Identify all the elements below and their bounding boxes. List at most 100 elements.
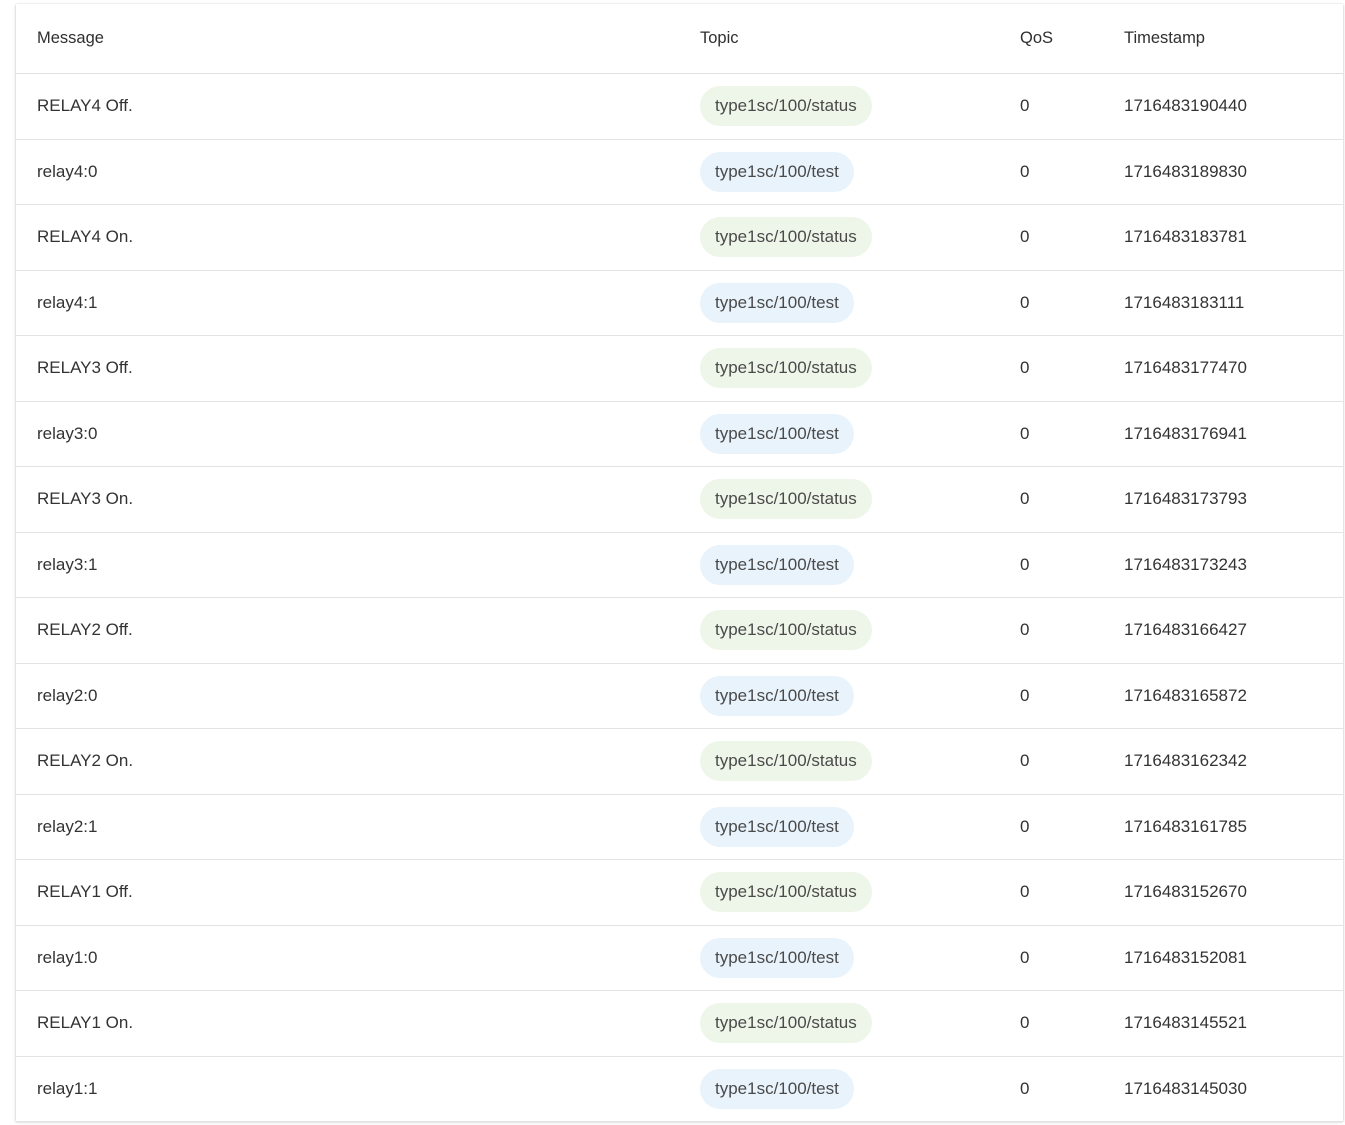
table-row[interactable]: relay3:1 type1sc/100/test 0 1716483173243 — [16, 533, 1343, 598]
topic-cell: type1sc/100/test — [700, 795, 854, 860]
table-row[interactable]: relay2:0 type1sc/100/test 0 1716483165872 — [16, 664, 1343, 729]
topic-cell: type1sc/100/status — [700, 467, 872, 532]
topic-cell: type1sc/100/test — [700, 271, 854, 336]
qos-cell: 0 — [1020, 751, 1030, 771]
message-cell: relay1:1 — [37, 1078, 98, 1098]
topic-chip[interactable]: type1sc/100/status — [700, 872, 872, 913]
qos-cell: 0 — [1020, 554, 1030, 574]
message-cell: relay2:0 — [37, 685, 98, 705]
table-row[interactable]: RELAY1 Off. type1sc/100/status 0 1716483152… — [16, 860, 1343, 926]
table-row[interactable]: relay3:0 type1sc/100/test 0 1716483176941 — [16, 402, 1343, 467]
message-cell: relay2:1 — [37, 816, 98, 836]
topic-cell: type1sc/100/status — [700, 336, 872, 401]
message-cell: RELAY2 On. — [37, 751, 134, 771]
table-body: RELAY4 Off. type1sc/100/status 0 1716483190… — [16, 74, 1343, 1122]
table-row[interactable]: relay4:1 type1sc/100/test 0 1716483183111 — [16, 271, 1343, 336]
topic-chip[interactable]: type1sc/100/status — [700, 610, 872, 651]
qos-cell: 0 — [1020, 882, 1030, 902]
timestamp-cell: 1716483173793 — [1124, 489, 1247, 509]
timestamp-cell: 1716483176941 — [1124, 423, 1247, 443]
qos-cell: 0 — [1020, 423, 1030, 443]
timestamp-cell: 1716483145030 — [1124, 1078, 1247, 1098]
topic-cell: type1sc/100/status — [700, 729, 872, 794]
timestamp-cell: 1716483145521 — [1124, 1013, 1247, 1033]
message-cell: RELAY2 Off. — [37, 620, 133, 640]
timestamp-cell: 1716483190440 — [1124, 96, 1247, 116]
column-header-qos[interactable]: QoS — [1020, 4, 1053, 73]
message-cell: RELAY3 Off. — [37, 358, 133, 378]
timestamp-cell: 1716483162342 — [1124, 751, 1247, 771]
timestamp-cell: 1716483177470 — [1124, 358, 1247, 378]
topic-chip[interactable]: type1sc/100/test — [700, 1068, 854, 1109]
topic-chip[interactable]: type1sc/100/test — [700, 806, 854, 847]
topic-cell: type1sc/100/test — [700, 664, 854, 729]
table-row[interactable]: relay4:0 type1sc/100/test 0 1716483189830 — [16, 140, 1343, 205]
table-row[interactable]: RELAY2 On. type1sc/100/status 0 17164831623… — [16, 729, 1343, 795]
timestamp-cell: 1716483189830 — [1124, 161, 1247, 181]
table-row[interactable]: relay1:0 type1sc/100/test 0 1716483152081 — [16, 926, 1343, 991]
topic-cell: type1sc/100/test — [700, 533, 854, 598]
qos-cell: 0 — [1020, 1013, 1030, 1033]
table-row[interactable]: RELAY4 On. type1sc/100/status 0 17164831837… — [16, 205, 1343, 271]
column-header-timestamp[interactable]: Timestamp — [1124, 4, 1205, 73]
table-row[interactable]: relay1:1 type1sc/100/test 0 1716483145030 — [16, 1057, 1343, 1122]
message-cell: relay4:1 — [37, 292, 98, 312]
qos-cell: 0 — [1020, 358, 1030, 378]
topic-cell: type1sc/100/status — [700, 598, 872, 663]
qos-cell: 0 — [1020, 620, 1030, 640]
topic-cell: type1sc/100/status — [700, 205, 872, 270]
message-cell: RELAY3 On. — [37, 489, 134, 509]
table-header: Message Topic QoS Timestamp — [16, 4, 1343, 74]
column-header-topic[interactable]: Topic — [700, 4, 739, 73]
qos-cell: 0 — [1020, 816, 1030, 836]
timestamp-cell: 1716483152670 — [1124, 882, 1247, 902]
qos-cell: 0 — [1020, 161, 1030, 181]
timestamp-cell: 1716483183781 — [1124, 227, 1247, 247]
table-row[interactable]: RELAY1 On. type1sc/100/status 0 17164831455… — [16, 991, 1343, 1057]
timestamp-cell: 1716483152081 — [1124, 947, 1247, 967]
table-row[interactable]: RELAY4 Off. type1sc/100/status 0 1716483190… — [16, 74, 1343, 140]
qos-cell: 0 — [1020, 1078, 1030, 1098]
qos-cell: 0 — [1020, 227, 1030, 247]
topic-chip[interactable]: type1sc/100/test — [700, 151, 854, 192]
timestamp-cell: 1716483173243 — [1124, 554, 1247, 574]
message-cell: RELAY1 Off. — [37, 882, 133, 902]
topic-chip[interactable]: type1sc/100/test — [700, 544, 854, 585]
message-cell: relay1:0 — [37, 947, 98, 967]
table-row[interactable]: RELAY3 Off. type1sc/100/status 0 1716483177… — [16, 336, 1343, 402]
timestamp-cell: 1716483166427 — [1124, 620, 1247, 640]
message-cell: relay3:1 — [37, 554, 98, 574]
topic-chip[interactable]: type1sc/100/status — [700, 217, 872, 258]
qos-cell: 0 — [1020, 947, 1030, 967]
topic-cell: type1sc/100/test — [700, 1057, 854, 1122]
timestamp-cell: 1716483165872 — [1124, 685, 1247, 705]
topic-chip[interactable]: type1sc/100/status — [700, 86, 872, 127]
topic-chip[interactable]: type1sc/100/status — [700, 1003, 872, 1044]
topic-cell: type1sc/100/status — [700, 991, 872, 1056]
topic-cell: type1sc/100/status — [700, 860, 872, 925]
qos-cell: 0 — [1020, 292, 1030, 312]
message-cell: RELAY4 On. — [37, 227, 134, 247]
column-header-message[interactable]: Message — [37, 4, 104, 73]
table-row[interactable]: RELAY3 On. type1sc/100/status 0 17164831737… — [16, 467, 1343, 533]
topic-chip[interactable]: type1sc/100/test — [700, 413, 854, 454]
topic-chip[interactable]: type1sc/100/test — [700, 282, 854, 323]
topic-chip[interactable]: type1sc/100/test — [700, 675, 854, 716]
message-cell: relay4:0 — [37, 161, 98, 181]
qos-cell: 0 — [1020, 685, 1030, 705]
timestamp-cell: 1716483183111 — [1124, 292, 1245, 312]
topic-cell: type1sc/100/test — [700, 402, 854, 467]
topic-cell: type1sc/100/test — [700, 926, 854, 991]
topic-cell: type1sc/100/status — [700, 74, 872, 139]
topic-chip[interactable]: type1sc/100/status — [700, 479, 872, 520]
table-row[interactable]: relay2:1 type1sc/100/test 0 1716483161785 — [16, 795, 1343, 860]
topic-chip[interactable]: type1sc/100/status — [700, 741, 872, 782]
topic-chip[interactable]: type1sc/100/test — [700, 937, 854, 978]
qos-cell: 0 — [1020, 96, 1030, 116]
message-cell: relay3:0 — [37, 423, 98, 443]
topic-chip[interactable]: type1sc/100/status — [700, 348, 872, 389]
timestamp-cell: 1716483161785 — [1124, 816, 1247, 836]
message-cell: RELAY1 On. — [37, 1013, 134, 1033]
qos-cell: 0 — [1020, 489, 1030, 509]
table-row[interactable]: RELAY2 Off. type1sc/100/status 0 1716483166… — [16, 598, 1343, 664]
